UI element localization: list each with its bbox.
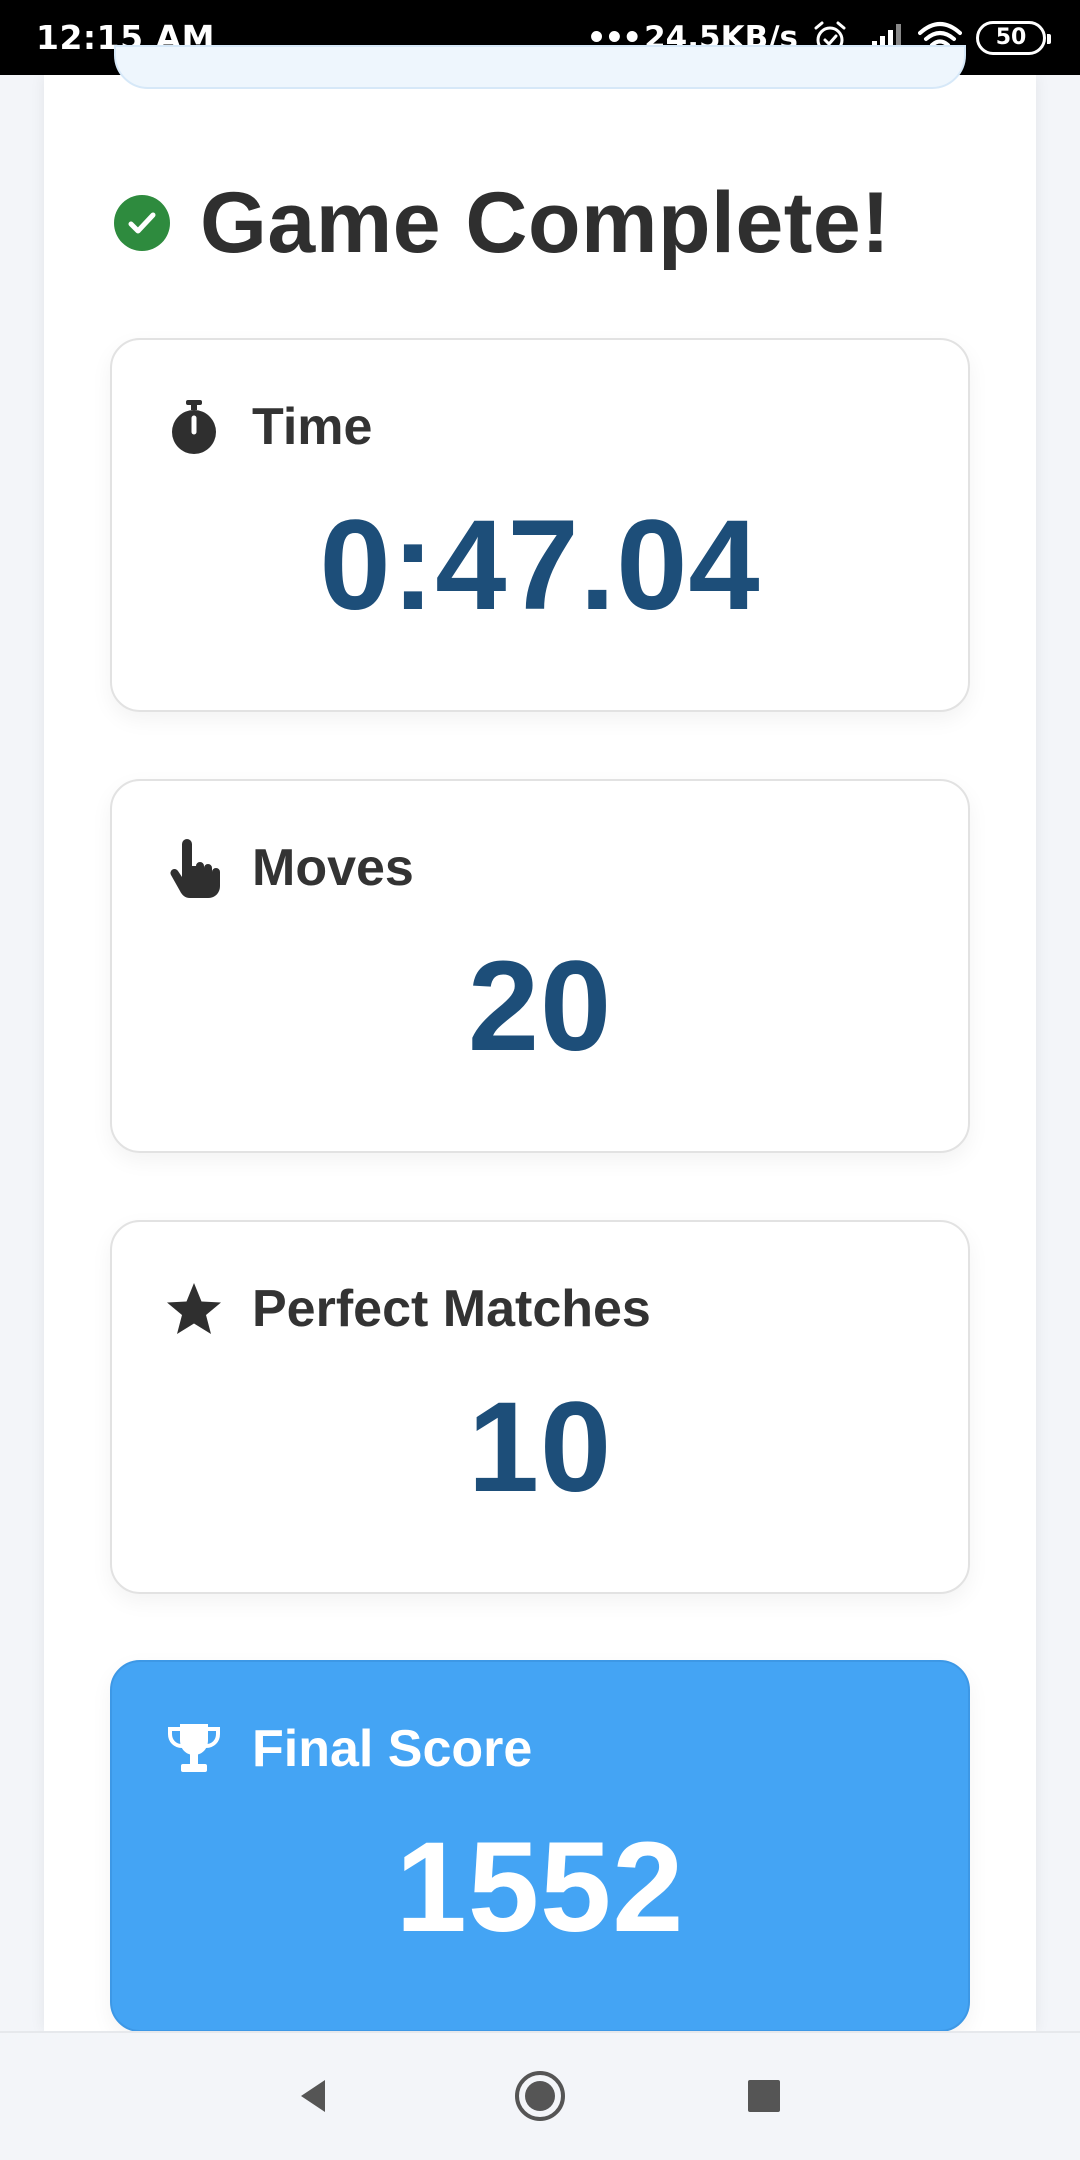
trophy-icon (164, 1719, 224, 1779)
navigation-bar (0, 2031, 1080, 2160)
perfect-matches-label-row: Perfect Matches (164, 1274, 651, 1344)
time-label-row: Time (164, 392, 372, 462)
perfect-matches-card: Perfect Matches 10 (110, 1220, 970, 1594)
recents-button[interactable] (729, 2063, 799, 2133)
star-icon (164, 1279, 224, 1339)
moves-value: 20 (467, 935, 613, 1078)
check-circle-icon (114, 195, 170, 251)
back-button[interactable] (278, 2063, 348, 2133)
final-score-card: Final Score 1552 (110, 1660, 970, 2032)
perfect-matches-value: 10 (467, 1376, 613, 1519)
home-icon (513, 2069, 567, 2128)
time-label: Time (252, 398, 373, 456)
moves-label: Moves (252, 839, 414, 897)
stopwatch-icon (164, 397, 224, 457)
final-score-label: Final Score (252, 1720, 533, 1778)
perfect-matches-label: Perfect Matches (252, 1280, 651, 1338)
game-summary-panel: Game Complete! Time 0:47.04 Moves 20 Per… (44, 45, 1036, 2032)
time-card: Time 0:47.04 (110, 338, 970, 712)
home-button[interactable] (505, 2063, 575, 2133)
recents-icon (744, 2076, 784, 2121)
hand-pointer-icon (164, 838, 224, 898)
moves-label-row: Moves (164, 833, 414, 903)
time-value: 0:47.04 (319, 494, 761, 637)
final-score-label-row: Final Score (164, 1714, 532, 1784)
final-score-value: 1552 (395, 1816, 685, 1959)
back-icon (293, 2076, 333, 2121)
battery-icon: 50 (976, 20, 1051, 55)
top-card-edge (114, 45, 966, 89)
game-complete-heading: Game Complete! (114, 163, 890, 283)
battery-level: 50 (995, 25, 1027, 50)
page-title: Game Complete! (200, 174, 891, 271)
moves-card: Moves 20 (110, 779, 970, 1153)
